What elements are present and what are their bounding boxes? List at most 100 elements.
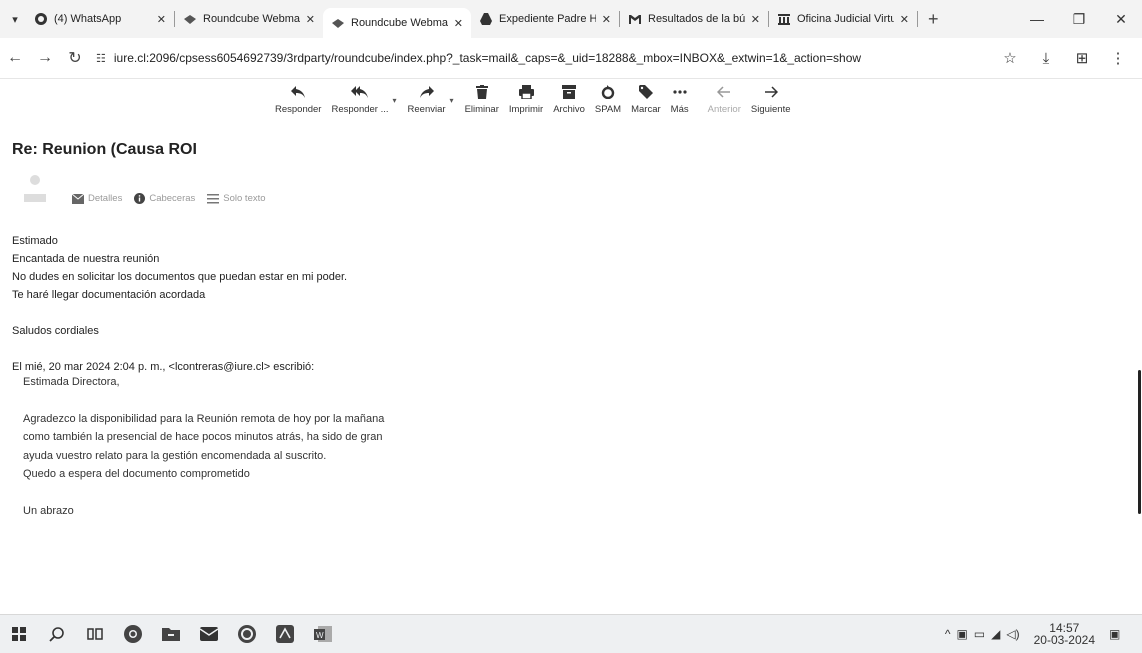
gmail-icon	[628, 12, 642, 26]
mail-app-icon[interactable]	[190, 615, 228, 653]
quote-line: Quedo a espera del documento comprometid…	[23, 468, 250, 480]
reply-all-icon	[351, 82, 369, 102]
whatsapp-icon	[34, 12, 48, 26]
envelope-icon	[72, 193, 84, 204]
forward-arrow-icon[interactable]: →	[30, 49, 60, 67]
tab-search-chevron-icon[interactable]: ▾	[4, 13, 26, 26]
task-view-icon[interactable]	[76, 615, 114, 653]
download-icon[interactable]: ⤓	[1028, 50, 1064, 67]
tab-drive[interactable]: Expediente Padre Hu ✕	[471, 4, 619, 34]
quote-line: como también la presencial de hace pocos…	[23, 431, 383, 443]
scrollbar-thumb[interactable]	[1138, 370, 1141, 514]
next-label: Siguiente	[750, 104, 791, 115]
minimize-icon[interactable]: —	[1016, 11, 1058, 27]
chrome-icon[interactable]	[114, 615, 152, 653]
previous-label: Anterior	[707, 104, 741, 115]
acrobat-icon[interactable]	[266, 615, 304, 653]
roundcube-icon	[183, 12, 197, 26]
tab-separator	[917, 11, 918, 27]
archive-button[interactable]: Archivo	[553, 82, 585, 115]
search-icon[interactable]	[38, 615, 76, 653]
close-tab-icon[interactable]: ✕	[751, 13, 760, 26]
message-subject: Re: Reunion (Causa ROI	[12, 141, 197, 158]
url-text[interactable]: iure.cl:2096/cpsess6054692739/3rdparty/r…	[114, 51, 861, 65]
battery-icon[interactable]: ▭	[974, 627, 985, 641]
message-toolbar: Responder Responder ... ▾ Reenviar ▾ Eli…	[270, 82, 796, 122]
close-tab-icon[interactable]: ✕	[602, 13, 611, 26]
reply-all-button[interactable]: Responder ... ▾	[331, 82, 397, 115]
tab-roundcube-1[interactable]: Roundcube Webmai ✕	[175, 4, 323, 34]
close-tab-icon[interactable]: ✕	[306, 13, 315, 26]
plain-text-link[interactable]: Solo texto	[207, 193, 266, 204]
spam-button[interactable]: SPAM	[595, 82, 621, 115]
print-button[interactable]: Imprimir	[509, 82, 543, 115]
dropdown-caret-icon[interactable]: ▾	[393, 96, 397, 105]
browser-menu-icon[interactable]: ⋮	[1100, 49, 1136, 67]
tab-title: Resultados de la bús	[648, 13, 745, 25]
site-info-icon[interactable]: ☷	[96, 52, 106, 65]
start-windows-icon[interactable]	[0, 615, 38, 653]
spam-fire-icon	[601, 82, 615, 102]
body-line: No dudes en solicitar los documentos que…	[12, 271, 348, 283]
tab-gmail[interactable]: Resultados de la bús ✕	[620, 4, 768, 34]
camera-icon[interactable]: ▣	[956, 627, 967, 641]
sender-avatar	[22, 172, 48, 202]
app-circle-icon[interactable]	[228, 615, 266, 653]
more-dots-icon	[673, 82, 687, 102]
more-button[interactable]: Más	[671, 82, 689, 115]
previous-message-button[interactable]: Anterior	[708, 82, 741, 115]
tab-title: Expediente Padre Hu	[499, 13, 596, 25]
word-icon[interactable]: W	[304, 615, 342, 653]
address-bar-actions: ☆ ⤓ ⊞ ⋮	[992, 49, 1136, 68]
dropdown-caret-icon[interactable]: ▾	[450, 96, 454, 105]
forward-label: Reenviar	[407, 104, 446, 115]
browser-tab-strip: ▾ (4) WhatsApp ✕ Roundcube Webmai ✕ Roun…	[0, 0, 1142, 38]
close-tab-icon[interactable]: ✕	[157, 13, 166, 26]
reload-icon[interactable]: ↻	[60, 48, 90, 68]
body-line: Estimado	[12, 235, 58, 247]
url-field[interactable]: ☷ iure.cl:2096/cpsess6054692739/3rdparty…	[96, 51, 992, 65]
message-body: Estimado Encantada de nuestra reunión No…	[12, 232, 347, 376]
back-arrow-icon[interactable]: ←	[0, 49, 30, 67]
quote-line: Agradezco la disponibilidad para la Reun…	[23, 412, 385, 425]
new-tab-plus-icon[interactable]: +	[928, 9, 939, 30]
reply-icon	[290, 82, 306, 102]
mark-button[interactable]: Marcar	[631, 82, 661, 115]
volume-icon[interactable]: ◁)	[1006, 627, 1019, 641]
quoted-message: Estimada Directora, Agradezco la disponi…	[23, 373, 384, 520]
delete-button[interactable]: Eliminar	[465, 82, 499, 115]
wifi-icon[interactable]: ◢	[991, 627, 1000, 641]
plain-text-label: Solo texto	[223, 193, 266, 204]
clock[interactable]: 14:57 20-03-2024	[1031, 622, 1098, 646]
notification-icon[interactable]: ▣	[1109, 627, 1139, 641]
headers-link[interactable]: Cabeceras	[134, 193, 195, 204]
next-message-button[interactable]: Siguiente	[751, 82, 791, 115]
tab-roundcube-active[interactable]: Roundcube Webmail ✕	[323, 8, 471, 38]
tab-oficina-judicial[interactable]: Oficina Judicial Virtu ✕	[769, 4, 917, 34]
windows-taskbar: W ^ ▣ ▭ ◢ ◁) 14:57 20-03-2024 ▣	[0, 614, 1142, 653]
bookmark-star-icon[interactable]: ☆	[992, 49, 1028, 67]
trash-icon	[475, 82, 488, 102]
drive-icon	[479, 12, 493, 26]
forward-icon	[419, 82, 435, 102]
body-closing: Saludos cordiales	[12, 325, 99, 337]
tab-whatsapp[interactable]: (4) WhatsApp ✕	[26, 4, 174, 34]
reply-button[interactable]: Responder	[275, 82, 321, 115]
close-tab-icon[interactable]: ✕	[900, 13, 909, 26]
quote-closing: Un abrazo	[23, 504, 74, 517]
details-link[interactable]: Detalles	[72, 193, 122, 204]
forward-button[interactable]: Reenviar ▾	[407, 82, 454, 115]
chevron-up-icon[interactable]: ^	[945, 627, 951, 641]
mark-label: Marcar	[631, 104, 661, 115]
clock-date: 20-03-2024	[1033, 633, 1095, 647]
quote-line: ayuda vuestro relato para la gestión enc…	[23, 449, 327, 462]
system-tray: ^ ▣ ▭ ◢ ◁) 14:57 20-03-2024 ▣	[942, 615, 1142, 653]
close-tab-icon[interactable]: ✕	[454, 17, 463, 30]
extensions-puzzle-icon[interactable]: ⊞	[1064, 49, 1100, 67]
print-label: Imprimir	[508, 104, 544, 115]
more-label: Más	[670, 104, 689, 115]
file-explorer-icon[interactable]	[152, 615, 190, 653]
restore-icon[interactable]: ❐	[1058, 11, 1100, 28]
court-icon	[777, 12, 791, 26]
close-window-icon[interactable]: ✕	[1100, 11, 1142, 28]
